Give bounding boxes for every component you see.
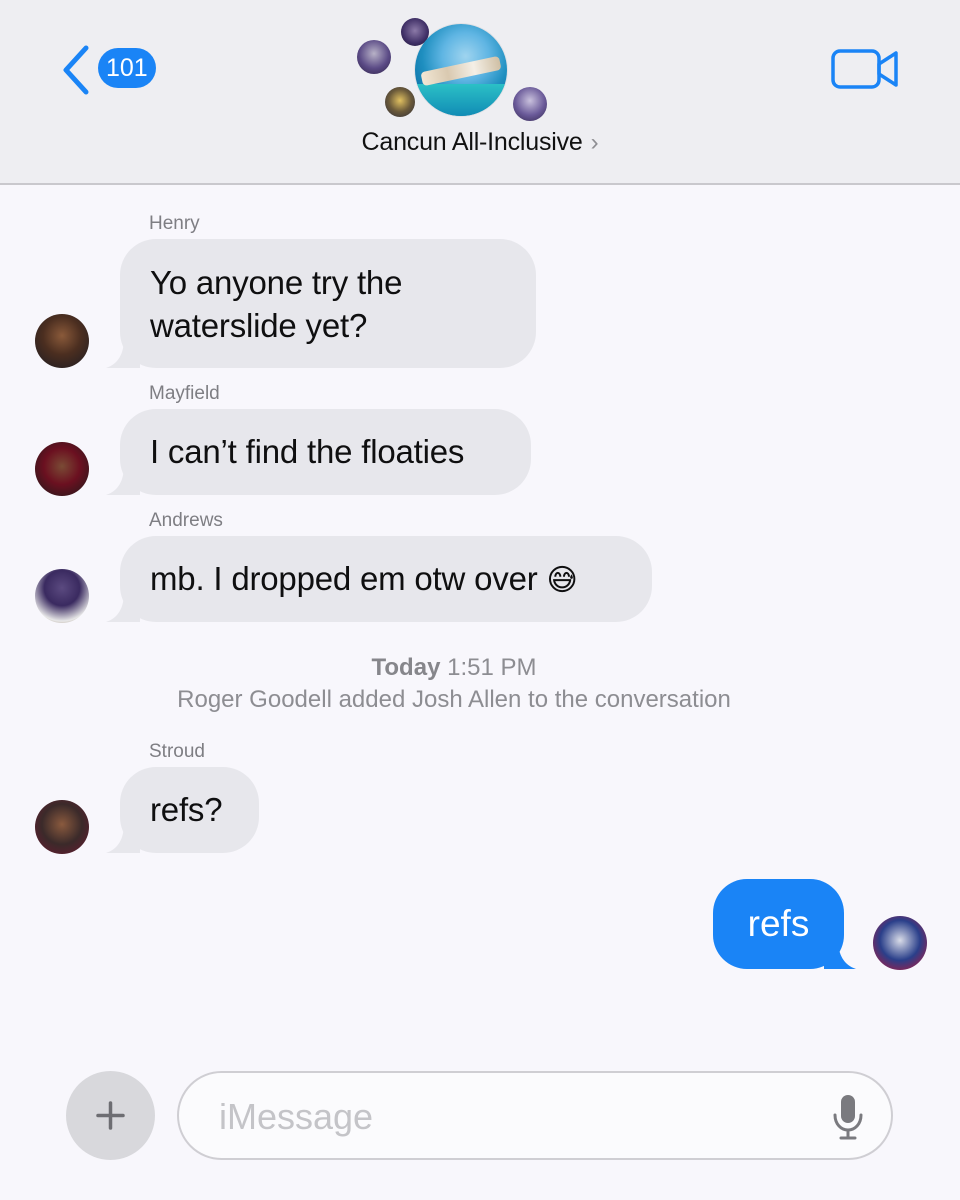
group-member-avatar <box>513 87 547 121</box>
incoming-message-bubble[interactable]: mb. I dropped em otw over 😅 <box>106 536 652 622</box>
group-name-button[interactable]: Cancun All-Inclusive › <box>0 128 960 157</box>
system-event-text: Roger Goodell added Josh Allen to the co… <box>177 686 731 713</box>
message-text: I can’t find the floaties <box>150 433 465 470</box>
timestamp: Today 1:51 PM <box>0 654 908 682</box>
avatar[interactable] <box>35 569 89 623</box>
dictation-button[interactable] <box>832 1093 864 1141</box>
back-button[interactable]: 101 <box>58 44 174 96</box>
message-text: refs? <box>150 791 223 828</box>
chevron-right-icon: › <box>590 129 599 156</box>
video-call-button[interactable] <box>830 47 900 91</box>
incoming-message-bubble[interactable]: I can’t find the floaties <box>106 409 531 495</box>
unread-count-badge: 101 <box>98 48 156 88</box>
bubble-tail <box>106 823 140 853</box>
message-input-container <box>177 1071 893 1160</box>
sender-name: Andrews <box>149 510 223 531</box>
sender-name: Stroud <box>149 741 205 762</box>
outgoing-message-bubble[interactable]: refs <box>713 879 856 969</box>
incoming-message-bubble[interactable]: Yo anyone try the waterslide yet? <box>106 239 536 368</box>
avatar[interactable] <box>35 800 89 854</box>
sender-name: Mayfield <box>149 383 220 404</box>
video-camera-icon <box>831 49 898 89</box>
grinning-sweat-emoji-icon: 😅 <box>546 563 578 598</box>
timestamp-time: 1:51 PM <box>447 654 537 681</box>
avatar[interactable] <box>35 442 89 496</box>
message-text: refs <box>747 903 810 944</box>
group-member-avatar <box>357 40 391 74</box>
message-text: mb. I dropped em otw over <box>150 560 538 597</box>
apps-plus-button[interactable] <box>66 1071 155 1160</box>
group-name: Cancun All-Inclusive <box>361 128 583 156</box>
bubble-tail <box>106 338 140 368</box>
avatar[interactable] <box>35 314 89 368</box>
incoming-message-bubble[interactable]: refs? <box>106 767 259 853</box>
chevron-left-icon <box>63 45 89 95</box>
microphone-icon <box>833 1095 863 1140</box>
message-input[interactable] <box>217 1093 821 1141</box>
message-text: waterslide yet? <box>150 307 368 344</box>
group-photo-avatar[interactable] <box>415 24 507 116</box>
avatar[interactable] <box>873 916 927 970</box>
plus-icon <box>96 1101 125 1130</box>
bubble-tail <box>824 939 856 969</box>
sender-name: Henry <box>149 213 200 234</box>
timestamp-day: Today <box>371 654 441 681</box>
bubble-tail <box>106 465 140 495</box>
bubble-tail <box>106 592 140 622</box>
message-text: Yo anyone try the <box>150 264 403 301</box>
conversation-header: 101 Cancun All-Inclusive › <box>0 0 960 185</box>
group-member-avatar <box>385 87 415 117</box>
